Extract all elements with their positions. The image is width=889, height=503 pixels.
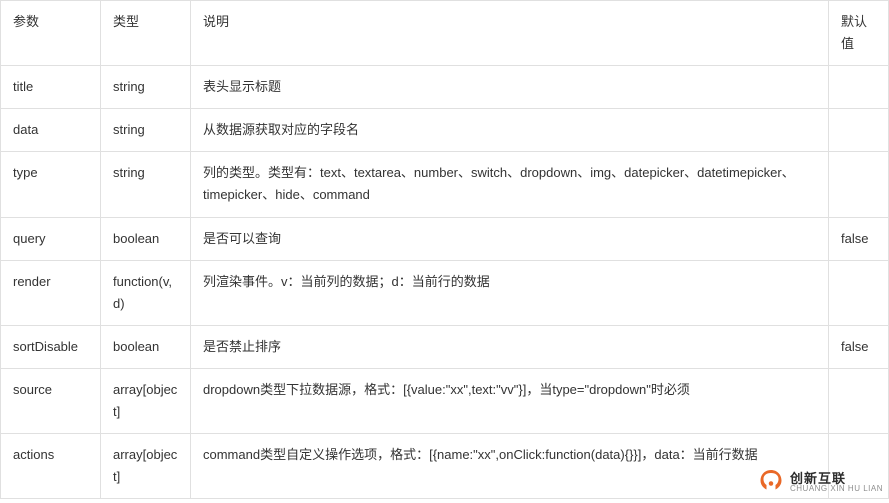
table-header-row: 参数 类型 说明 默认值 bbox=[1, 1, 889, 66]
cell-default bbox=[829, 260, 889, 325]
header-type: 类型 bbox=[101, 1, 191, 66]
cell-type: boolean bbox=[101, 325, 191, 368]
cell-default bbox=[829, 109, 889, 152]
cell-param: data bbox=[1, 109, 101, 152]
cell-param: sortDisable bbox=[1, 325, 101, 368]
cell-desc: 列渲染事件。v：当前列的数据；d：当前行的数据 bbox=[191, 260, 829, 325]
table-row: render function(v,d) 列渲染事件。v：当前列的数据；d：当前… bbox=[1, 260, 889, 325]
header-desc: 说明 bbox=[191, 1, 829, 66]
cell-desc: 列的类型。类型有：text、textarea、number、switch、dro… bbox=[191, 152, 829, 217]
cell-default: false bbox=[829, 325, 889, 368]
cell-type: string bbox=[101, 152, 191, 217]
table-row: sortDisable boolean 是否禁止排序 false bbox=[1, 325, 889, 368]
cell-param: title bbox=[1, 66, 101, 109]
table-row: query boolean 是否可以查询 false bbox=[1, 217, 889, 260]
cell-type: array[object] bbox=[101, 434, 191, 499]
table-row: type string 列的类型。类型有：text、textarea、numbe… bbox=[1, 152, 889, 217]
header-default: 默认值 bbox=[829, 1, 889, 66]
cell-type: function(v,d) bbox=[101, 260, 191, 325]
cell-type: boolean bbox=[101, 217, 191, 260]
cell-desc: 从数据源获取对应的字段名 bbox=[191, 109, 829, 152]
cell-default bbox=[829, 152, 889, 217]
cell-default bbox=[829, 66, 889, 109]
cell-type: string bbox=[101, 66, 191, 109]
cell-param: render bbox=[1, 260, 101, 325]
cell-default bbox=[829, 434, 889, 499]
header-param: 参数 bbox=[1, 1, 101, 66]
cell-desc: 表头显示标题 bbox=[191, 66, 829, 109]
cell-default: false bbox=[829, 217, 889, 260]
cell-type: array[object] bbox=[101, 368, 191, 433]
table-row: source array[object] dropdown类型下拉数据源，格式：… bbox=[1, 368, 889, 433]
table-row: title string 表头显示标题 bbox=[1, 66, 889, 109]
cell-desc: command类型自定义操作选项，格式：[{name:"xx",onClick:… bbox=[191, 434, 829, 499]
cell-param: type bbox=[1, 152, 101, 217]
params-table: 参数 类型 说明 默认值 title string 表头显示标题 data st… bbox=[0, 0, 889, 499]
cell-default bbox=[829, 368, 889, 433]
cell-desc: 是否可以查询 bbox=[191, 217, 829, 260]
table-row: actions array[object] command类型自定义操作选项，格… bbox=[1, 434, 889, 499]
cell-desc: dropdown类型下拉数据源，格式：[{value:"xx",text:"vv… bbox=[191, 368, 829, 433]
cell-type: string bbox=[101, 109, 191, 152]
table-row: data string 从数据源获取对应的字段名 bbox=[1, 109, 889, 152]
cell-param: query bbox=[1, 217, 101, 260]
cell-param: actions bbox=[1, 434, 101, 499]
cell-param: source bbox=[1, 368, 101, 433]
cell-desc: 是否禁止排序 bbox=[191, 325, 829, 368]
